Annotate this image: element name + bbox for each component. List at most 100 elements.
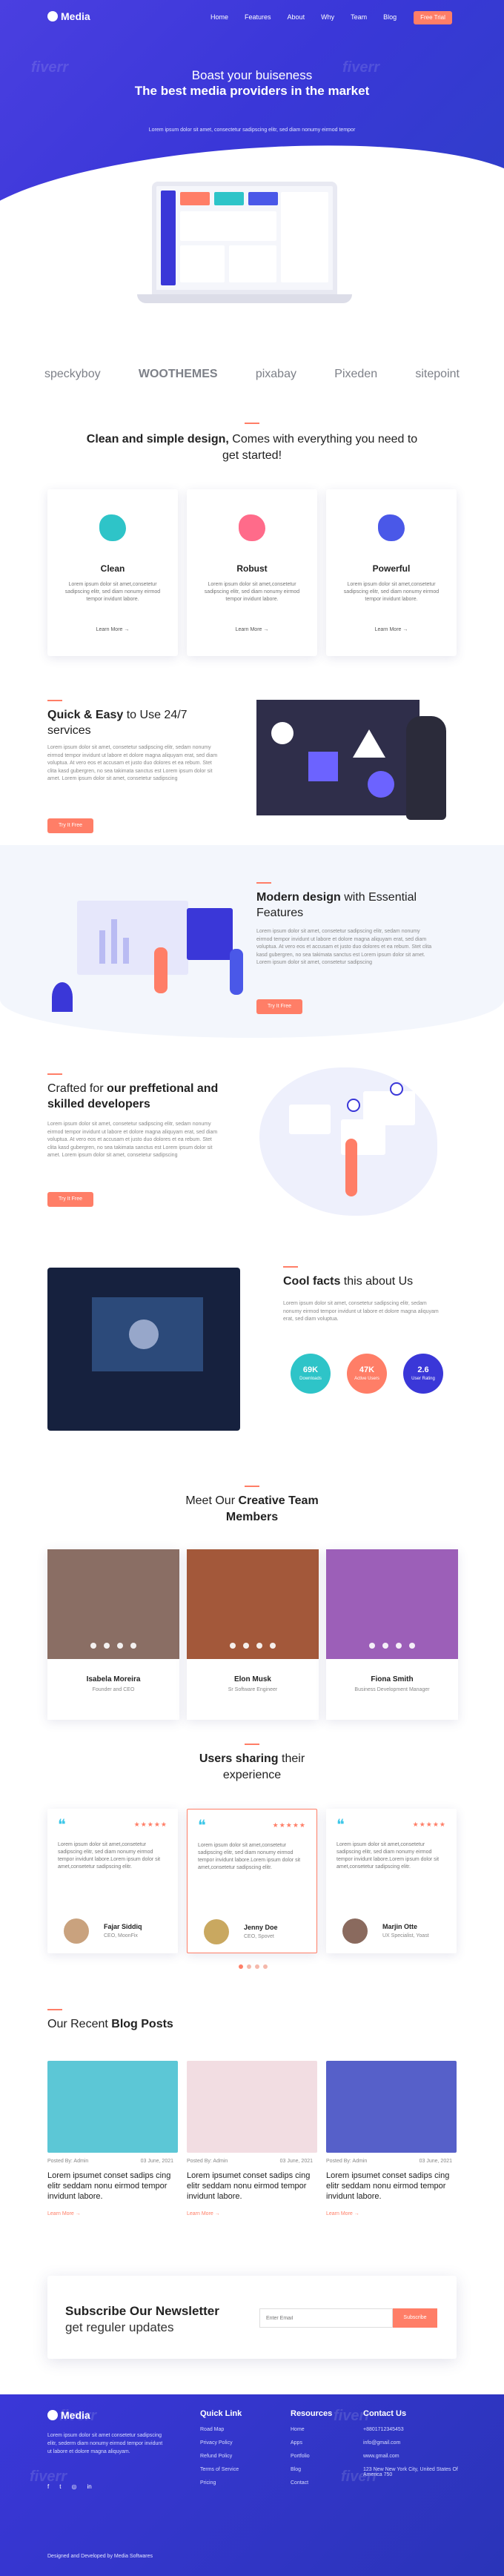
quick-illustration [256,700,420,815]
carousel-dot[interactable] [263,1964,268,1969]
footer-link[interactable]: Apps [291,2440,332,2446]
facts-photo [47,1268,240,1431]
feature-text: Lorem ipsum dolor sit amet,consetetur sa… [204,582,300,602]
feature-card-robust: Robust Lorem ipsum dolor sit amet,conset… [187,489,317,656]
blog-meta: Posted By: Admin 03 June, 2021 [326,2159,452,2164]
nav-link-home[interactable]: Home [210,13,228,21]
team-card: Fiona Smith Business Development Manager [326,1549,458,1720]
divider [245,423,259,424]
learn-more-link[interactable]: Learn More → [187,2211,220,2216]
contact-address: 123 New New York City, United States Of … [363,2467,458,2477]
divider [47,700,62,701]
watermark: fiverr [44,208,82,222]
nav-link-about[interactable]: About [288,13,305,21]
footer-heading: Resources [291,2409,333,2418]
footer-logo[interactable]: Media [47,2409,90,2421]
contact-email[interactable]: info@gmail.com [363,2440,460,2446]
footer-link[interactable]: Terms of Service [200,2467,242,2472]
feature-card-clean: Clean Lorem ipsum dolor sit amet,consete… [47,489,178,656]
nav-link-blog[interactable]: Blog [383,13,397,21]
learn-more-link[interactable]: Learn More → [47,2211,81,2216]
twitter-icon[interactable] [104,1643,110,1649]
brand-logo: sitepoint [415,368,460,380]
try-it-free-button[interactable]: Try It Free [47,1192,93,1207]
footer-link[interactable]: Home [291,2427,332,2432]
linkedin-icon[interactable] [396,1643,402,1649]
linkedin-icon[interactable]: in [87,2483,91,2490]
instagram-icon[interactable] [130,1643,136,1649]
footer-link[interactable]: Blog [291,2467,332,2472]
twitter-icon[interactable]: t [59,2483,61,2490]
blog-card[interactable]: Posted By: Admin 03 June, 2021 Lorem ipsu… [187,2061,317,2231]
blog-card[interactable]: Posted By: Admin 03 June, 2021 Lorem ipsu… [47,2061,178,2231]
team-member-name: Isabela Moreira [86,1675,141,1683]
testimonial-role: CEO, Spovet [244,1934,274,1939]
footer-link[interactable]: Pricing [200,2480,242,2486]
facebook-icon[interactable] [369,1643,375,1649]
divider [283,1266,298,1268]
divider [245,1486,259,1487]
blog-image [47,2061,178,2153]
footer-social: f t ◎ in [47,2483,92,2490]
blog-post-title[interactable]: Lorem ipsumet conset sadips cing elitr s… [47,2171,178,2202]
team-member-name: Fiona Smith [371,1675,414,1683]
instagram-icon[interactable] [270,1643,276,1649]
blog-post-title[interactable]: Lorem ipsumet conset sadips cing elitr s… [187,2171,317,2202]
nav-link-team[interactable]: Team [351,13,367,21]
stat-user-rating: 2.6 User Rating [403,1354,443,1394]
contact-phone[interactable]: +8801712345453 [363,2427,460,2432]
free-trial-button[interactable]: Free Trial [414,11,452,24]
twitter-icon[interactable] [382,1643,388,1649]
footer-quick-links: Quick Link Road Map Privacy Policy Refun… [200,2409,242,2494]
twitter-icon[interactable] [243,1643,249,1649]
carousel-dot[interactable] [247,1964,251,1969]
linkedin-icon[interactable] [256,1643,262,1649]
footer-link[interactable]: Road Map [200,2427,242,2432]
testimonial-name: Fajar Siddiq [104,1923,142,1930]
testimonial-text: Lorem ipsum dolor sit amet,consetetur sa… [336,1842,440,1870]
learn-more-link[interactable]: Learn More → [326,2211,359,2216]
testimonials-title: Users sharing their experience [199,1752,305,1781]
logo[interactable]: Media [47,10,90,22]
blog-card[interactable]: Posted By: Admin 03 June, 2021 Lorem ipsu… [326,2061,457,2231]
nav-link-features[interactable]: Features [245,13,271,21]
contact-website[interactable]: www.gmail.com [363,2454,460,2459]
footer-link[interactable]: Privacy Policy [200,2440,242,2446]
try-it-free-button[interactable]: Try It Free [47,818,93,833]
footer-link[interactable]: Portfolio [291,2454,332,2459]
carousel-dot[interactable] [239,1964,243,1969]
email-field[interactable] [259,2308,393,2328]
divider [245,1744,259,1745]
carousel-dot[interactable] [255,1964,259,1969]
instagram-icon[interactable]: ◎ [71,2483,76,2490]
facebook-icon[interactable] [90,1643,96,1649]
facebook-icon[interactable] [230,1643,236,1649]
modern-text: Lorem ipsum dolor sit amet, consetetur s… [256,929,432,965]
features-title: Clean and simple design, Comes with ever… [86,433,418,462]
footer-link[interactable]: Contact [291,2480,332,2486]
logo-mark-icon [47,11,58,21]
quote-icon: ❝ [58,1817,66,1833]
subscribe-button[interactable]: Subscribe [393,2308,437,2328]
blog-image [326,2061,457,2153]
blog-post-title[interactable]: Lorem ipsumet conset sadips cing elitr s… [326,2171,457,2202]
quote-icon: ❝ [198,1818,206,1834]
testimonial-card-active: ❝ ★★★★★ Lorem ipsum dolor sit amet,conse… [187,1809,317,1953]
learn-more-link[interactable]: Learn More → [187,627,317,632]
learn-more-link[interactable]: Learn More → [47,627,178,632]
linkedin-icon[interactable] [117,1643,123,1649]
learn-more-link[interactable]: Learn More → [326,627,457,632]
nav-link-why[interactable]: Why [321,13,334,21]
newsletter-box: Subscribe Our Newsletter get reguler upd… [47,2276,457,2359]
testimonial-name: Marjin Otte [382,1923,418,1930]
footer-link[interactable]: Refund Policy [200,2454,242,2459]
hero-subtitle: Boast your buiseness [191,68,313,82]
instagram-icon[interactable] [409,1643,415,1649]
brand-logos: speckyboy WOOTHEMES pixabay Pixeden site… [44,363,460,385]
watermark: fiverr [415,208,453,222]
get-started-button[interactable]: Get Started [232,153,273,166]
facebook-icon[interactable]: f [47,2483,49,2490]
try-it-free-button[interactable]: Try It Free [256,999,302,1014]
team-card: Elon Musk Sr Software Engineer [187,1549,319,1720]
facts-text: Lorem ipsum dolor sit amet, consetetur s… [283,1301,439,1322]
